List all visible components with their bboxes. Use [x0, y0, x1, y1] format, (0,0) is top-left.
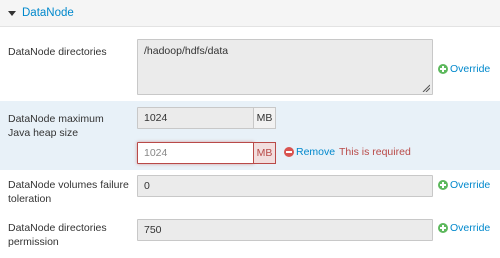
- override-label: Override: [450, 222, 491, 234]
- config-row-permission: DataNode directories permission 750 Over…: [0, 212, 500, 258]
- section-title[interactable]: DataNode: [22, 7, 74, 19]
- permission-input[interactable]: 750: [137, 219, 433, 241]
- heap-input[interactable]: 1024: [137, 107, 254, 129]
- plus-circle-icon: [438, 180, 448, 190]
- directories-override-button[interactable]: Override: [438, 63, 490, 75]
- directories-textarea[interactable]: /hadoop/hdfs/data: [137, 39, 433, 95]
- heap-override-unit: MB: [253, 142, 276, 164]
- permission-override-button[interactable]: Override: [438, 222, 490, 234]
- remove-label: Remove: [296, 146, 336, 158]
- permission-label: DataNode directories permission: [8, 222, 107, 248]
- failure-label: DataNode volumes failure toleration: [8, 179, 129, 205]
- heap-override-input[interactable]: 1024: [137, 142, 254, 164]
- override-label: Override: [450, 63, 491, 75]
- resize-grip-icon[interactable]: [422, 84, 430, 92]
- directories-label: DataNode directories: [8, 46, 107, 58]
- minus-circle-icon: [284, 147, 294, 157]
- caret-down-icon: [8, 11, 16, 16]
- plus-circle-icon: [438, 64, 448, 74]
- heap-unit: MB: [253, 107, 276, 129]
- failure-override-button[interactable]: Override: [438, 179, 490, 191]
- heap-label: DataNode maximum Java heap size: [8, 113, 104, 139]
- heap-remove-button[interactable]: Remove: [284, 146, 335, 158]
- section-header[interactable]: DataNode: [0, 0, 500, 27]
- plus-circle-icon: [438, 223, 448, 233]
- config-row-failure: DataNode volumes failure toleration 0 Ov…: [0, 171, 500, 211]
- failure-input[interactable]: 0: [137, 175, 433, 197]
- heap-error-message: This is required: [339, 146, 411, 158]
- config-row-heap: DataNode maximum Java heap size 1024 MB …: [0, 101, 500, 170]
- override-label: Override: [450, 179, 491, 191]
- directories-value: /hadoop/hdfs/data: [144, 45, 229, 57]
- config-row-directories: DataNode directories /hadoop/hdfs/data O…: [0, 28, 500, 100]
